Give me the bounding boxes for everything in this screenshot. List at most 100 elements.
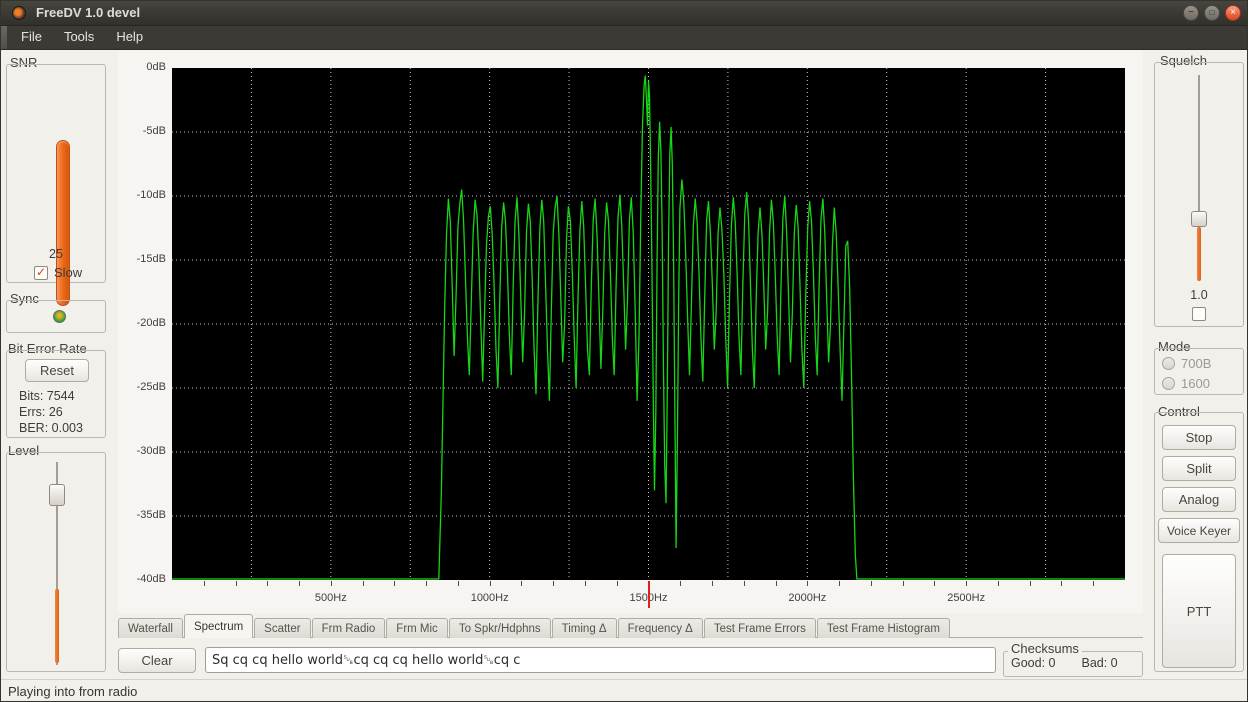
spectrum-trace bbox=[172, 76, 1125, 579]
x-tick bbox=[426, 581, 427, 586]
x-tick bbox=[490, 581, 491, 586]
x-tick bbox=[903, 581, 904, 586]
x-tick bbox=[204, 581, 205, 586]
ptt-button[interactable]: PTT bbox=[1162, 554, 1236, 668]
stop-button[interactable]: Stop bbox=[1162, 425, 1236, 450]
errs-value: Errs: 26 bbox=[19, 405, 63, 419]
squelch-checkbox[interactable] bbox=[1192, 307, 1206, 321]
radio-label-1600: 1600 bbox=[1181, 376, 1210, 391]
x-tick bbox=[839, 581, 840, 586]
minimize-icon: − bbox=[1188, 7, 1194, 18]
menu-items: FileToolsHelp bbox=[10, 26, 154, 50]
x-tick bbox=[1030, 581, 1031, 586]
x-tick bbox=[744, 581, 745, 586]
x-tick bbox=[331, 581, 332, 586]
y-axis-label: -10dB bbox=[118, 189, 166, 201]
plot-panel: 0dB-5dB-10dB-15dB-20dB-25dB-30dB-35dB-40… bbox=[118, 50, 1143, 613]
ber-panel: Reset Bits: 7544 Errs: 26 BER: 0.003 bbox=[6, 350, 106, 438]
x-tick bbox=[1061, 581, 1062, 586]
level-panel bbox=[6, 452, 106, 672]
tab-frm-mic[interactable]: Frm Mic bbox=[386, 618, 448, 638]
slow-checkbox-label: Slow bbox=[54, 265, 82, 280]
tab-spectrum[interactable]: Spectrum bbox=[184, 614, 253, 638]
x-tick bbox=[236, 581, 237, 586]
window-controls: − □ × bbox=[1183, 5, 1241, 21]
snr-panel: 25 ✓ Slow bbox=[6, 64, 106, 283]
x-tick bbox=[998, 581, 999, 586]
tab-timing[interactable]: Timing Δ bbox=[552, 618, 617, 638]
x-tick bbox=[363, 581, 364, 586]
menu-item-tools[interactable]: Tools bbox=[53, 26, 105, 50]
frequency-marker[interactable] bbox=[648, 581, 650, 608]
mode-panel: 700B 1600 bbox=[1154, 348, 1244, 395]
bits-value: Bits: 7544 bbox=[19, 389, 75, 403]
snr-gauge bbox=[56, 140, 70, 306]
x-axis-label: 500Hz bbox=[315, 592, 347, 604]
control-panel: PTT Stop Split Analog Voice Keyer bbox=[1154, 412, 1244, 672]
level-slider-fill bbox=[55, 589, 59, 663]
voice-keyer-button[interactable]: Voice Keyer bbox=[1158, 518, 1240, 543]
squelch-slider-handle[interactable] bbox=[1191, 211, 1207, 227]
tab-test-frame-histogram[interactable]: Test Frame Histogram bbox=[817, 618, 950, 638]
maximize-icon: □ bbox=[1210, 8, 1215, 17]
checksum-bad: Bad: 0 bbox=[1081, 656, 1117, 670]
analog-button[interactable]: Analog bbox=[1162, 487, 1236, 512]
x-tick bbox=[871, 581, 872, 586]
ber-value: BER: 0.003 bbox=[19, 421, 83, 435]
tab-test-frame-errors[interactable]: Test Frame Errors bbox=[704, 618, 816, 638]
x-axis-label: 1000Hz bbox=[471, 592, 509, 604]
tab-strip: WaterfallSpectrumScatterFrm RadioFrm Mic… bbox=[118, 615, 951, 638]
snr-value: 25 bbox=[7, 247, 105, 261]
x-tick bbox=[807, 581, 808, 586]
x-tick bbox=[776, 581, 777, 586]
title-bar: FreeDV 1.0 devel − □ × bbox=[0, 0, 1248, 26]
clear-button[interactable]: Clear bbox=[118, 648, 196, 673]
tab-frequency[interactable]: Frequency Δ bbox=[618, 618, 703, 638]
tab-to-spkr-hdphns[interactable]: To Spkr/Hdphns bbox=[449, 618, 551, 638]
radio-label-700b: 700B bbox=[1181, 356, 1211, 371]
tab-frm-radio[interactable]: Frm Radio bbox=[312, 618, 386, 638]
menu-bar: FileToolsHelp bbox=[0, 26, 1248, 50]
close-icon: × bbox=[1230, 7, 1236, 18]
y-axis-label: -30dB bbox=[118, 445, 166, 457]
split-button[interactable]: Split bbox=[1162, 456, 1236, 481]
slow-checkbox[interactable]: ✓ bbox=[34, 266, 48, 280]
squelch-slider-fill bbox=[1197, 227, 1201, 281]
menu-item-file[interactable]: File bbox=[10, 26, 53, 50]
y-axis-label: -25dB bbox=[118, 381, 166, 393]
checksum-good: Good: 0 bbox=[1011, 656, 1055, 670]
x-tick bbox=[585, 581, 586, 586]
sync-panel bbox=[6, 300, 106, 333]
x-tick bbox=[617, 581, 618, 586]
tab-waterfall[interactable]: Waterfall bbox=[118, 618, 183, 638]
x-tick bbox=[553, 581, 554, 586]
reset-button[interactable]: Reset bbox=[25, 359, 89, 382]
minimize-button[interactable]: − bbox=[1183, 5, 1199, 21]
radio-1600[interactable] bbox=[1162, 377, 1175, 390]
level-slider-handle[interactable] bbox=[49, 484, 65, 506]
status-bar: Playing into from radio bbox=[0, 679, 1248, 702]
spectrum-canvas bbox=[172, 68, 1125, 580]
x-tick bbox=[680, 581, 681, 586]
y-axis-label: -20dB bbox=[118, 317, 166, 329]
x-axis-label: 2000Hz bbox=[788, 592, 826, 604]
maximize-button[interactable]: □ bbox=[1204, 5, 1220, 21]
x-tick bbox=[934, 581, 935, 586]
checksums-label: Checksums bbox=[1008, 641, 1082, 656]
y-axis-label: -5dB bbox=[118, 125, 166, 137]
squelch-panel: 1.0 bbox=[1154, 62, 1244, 327]
x-axis-label: 2500Hz bbox=[947, 592, 985, 604]
menu-item-help[interactable]: Help bbox=[105, 26, 154, 50]
x-tick bbox=[299, 581, 300, 586]
tab-scatter[interactable]: Scatter bbox=[254, 618, 310, 638]
checksums-values: Good: 0 Bad: 0 bbox=[1011, 656, 1118, 670]
status-text: Playing into from radio bbox=[8, 684, 137, 699]
rx-text-input[interactable] bbox=[205, 647, 996, 673]
x-tick bbox=[394, 581, 395, 586]
radio-700b[interactable] bbox=[1162, 357, 1175, 370]
close-button[interactable]: × bbox=[1225, 5, 1241, 21]
x-tick bbox=[966, 581, 967, 586]
y-axis-label: 0dB bbox=[118, 61, 166, 73]
y-axis-label: -15dB bbox=[118, 253, 166, 265]
x-tick bbox=[267, 581, 268, 586]
